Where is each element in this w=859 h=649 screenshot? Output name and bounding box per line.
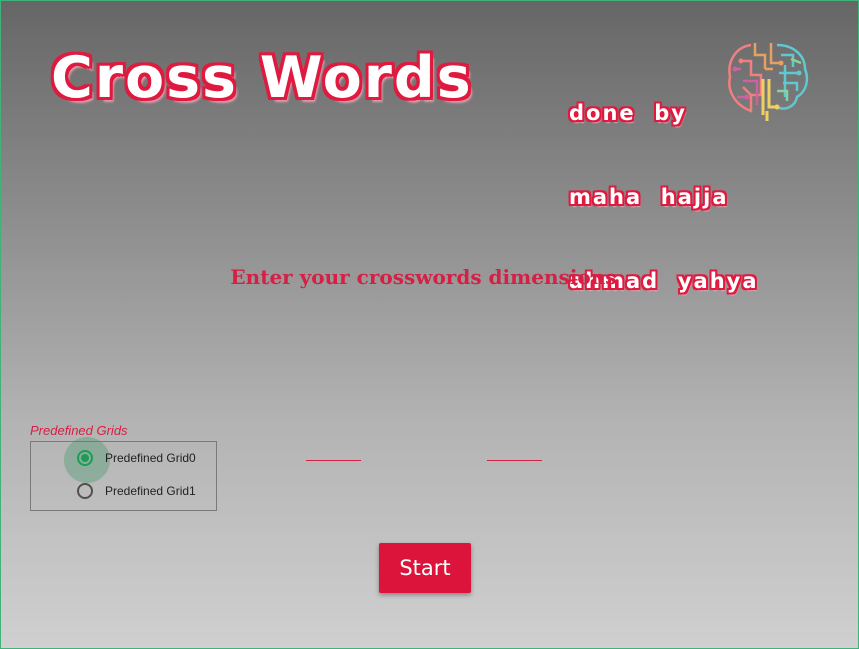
rows-input[interactable] [306, 444, 361, 461]
radio-predefined-grid0[interactable]: Predefined Grid0 [77, 448, 196, 468]
brain-circuit-icon [728, 43, 809, 121]
predefined-grids-title: Predefined Grids [30, 423, 128, 438]
dimensions-heading: Enter your crosswords dimensions [230, 265, 617, 289]
radio-label-grid0: Predefined Grid0 [105, 451, 196, 465]
app-window: Cross Words done by maha hajja ahmad yah… [0, 0, 859, 649]
radio-predefined-grid1[interactable]: Predefined Grid1 [77, 481, 196, 501]
radio-label-grid1: Predefined Grid1 [105, 484, 196, 498]
radio-unchecked-icon[interactable] [77, 483, 93, 499]
credits-line-2: maha hajja [569, 185, 729, 209]
app-logo: Cross Words [51, 45, 473, 111]
radio-checked-icon[interactable] [77, 450, 93, 466]
start-button[interactable]: Start [379, 543, 471, 593]
predefined-grids-group: Predefined Grid0 Predefined Grid1 [30, 437, 217, 511]
columns-input[interactable] [487, 444, 542, 461]
